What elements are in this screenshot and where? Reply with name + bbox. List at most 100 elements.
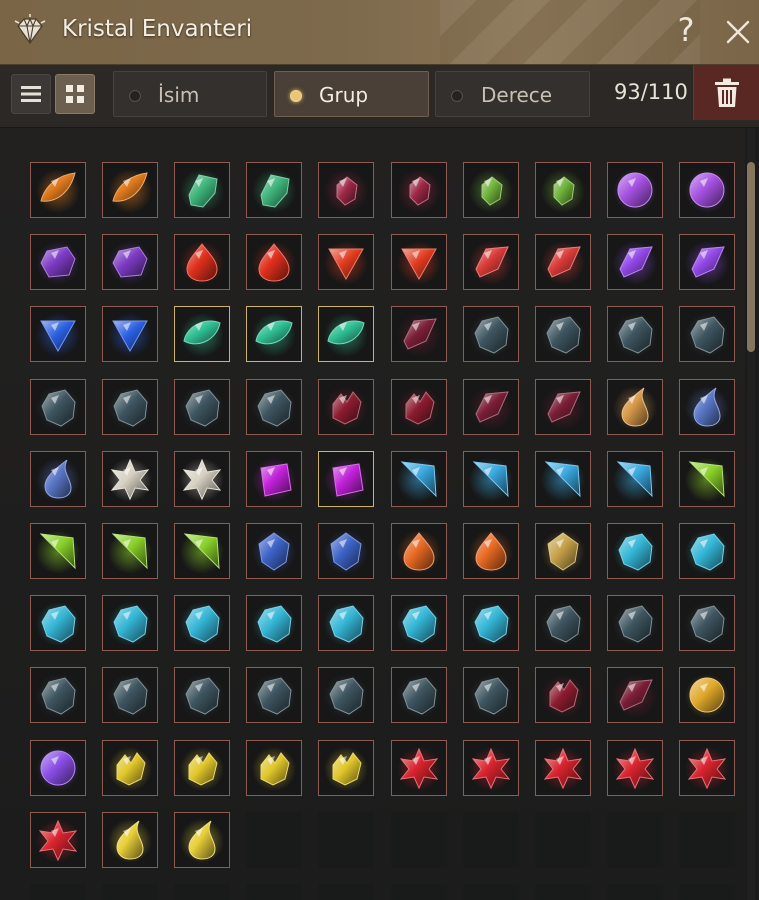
crystal-slot[interactable] xyxy=(679,523,735,579)
crystal-slot[interactable] xyxy=(102,667,158,723)
crystal-slot[interactable] xyxy=(174,595,230,651)
crystal-slot[interactable] xyxy=(30,667,86,723)
crystal-slot[interactable] xyxy=(30,234,86,290)
crystal-slot[interactable] xyxy=(679,595,735,651)
empty-slot[interactable] xyxy=(391,812,447,868)
crystal-slot[interactable] xyxy=(391,379,447,435)
crystal-slot[interactable] xyxy=(246,234,302,290)
crystal-slot[interactable] xyxy=(174,451,230,507)
crystal-slot[interactable] xyxy=(607,523,663,579)
empty-slot[interactable] xyxy=(679,884,735,900)
empty-slot[interactable] xyxy=(102,884,158,900)
crystal-slot[interactable] xyxy=(463,306,519,362)
delete-button[interactable] xyxy=(693,65,759,120)
crystal-slot[interactable] xyxy=(679,740,735,796)
crystal-slot[interactable] xyxy=(30,379,86,435)
crystal-slot[interactable] xyxy=(535,523,591,579)
empty-slot[interactable] xyxy=(607,812,663,868)
crystal-slot[interactable] xyxy=(535,740,591,796)
crystal-slot[interactable] xyxy=(246,523,302,579)
empty-slot[interactable] xyxy=(463,884,519,900)
crystal-slot[interactable] xyxy=(679,162,735,218)
crystal-slot[interactable] xyxy=(30,451,86,507)
crystal-slot[interactable] xyxy=(463,234,519,290)
crystal-slot[interactable] xyxy=(102,451,158,507)
crystal-slot[interactable] xyxy=(463,451,519,507)
tab-grup[interactable]: Grup xyxy=(274,71,429,117)
crystal-slot[interactable] xyxy=(607,306,663,362)
crystal-slot[interactable] xyxy=(391,740,447,796)
crystal-slot[interactable] xyxy=(102,306,158,362)
crystal-slot[interactable] xyxy=(246,162,302,218)
crystal-slot[interactable] xyxy=(607,451,663,507)
crystal-slot[interactable] xyxy=(102,812,158,868)
empty-slot[interactable] xyxy=(30,884,86,900)
crystal-slot[interactable] xyxy=(607,162,663,218)
crystal-slot[interactable] xyxy=(174,523,230,579)
crystal-slot[interactable] xyxy=(463,379,519,435)
empty-slot[interactable] xyxy=(318,812,374,868)
empty-slot[interactable] xyxy=(463,812,519,868)
crystal-slot[interactable] xyxy=(246,667,302,723)
empty-slot[interactable] xyxy=(607,884,663,900)
crystal-slot[interactable] xyxy=(535,451,591,507)
empty-slot[interactable] xyxy=(535,884,591,900)
crystal-slot[interactable] xyxy=(246,451,302,507)
crystal-slot[interactable] xyxy=(318,451,374,507)
crystal-slot[interactable] xyxy=(30,306,86,362)
crystal-slot[interactable] xyxy=(535,162,591,218)
crystal-slot[interactable] xyxy=(535,595,591,651)
tab-isim[interactable]: İsim xyxy=(113,71,267,117)
crystal-slot[interactable] xyxy=(30,595,86,651)
crystal-slot[interactable] xyxy=(102,740,158,796)
crystal-slot[interactable] xyxy=(391,306,447,362)
tab-derece[interactable]: Derece xyxy=(435,71,590,117)
crystal-slot[interactable] xyxy=(318,595,374,651)
crystal-slot[interactable] xyxy=(102,595,158,651)
crystal-slot[interactable] xyxy=(102,523,158,579)
empty-slot[interactable] xyxy=(679,812,735,868)
crystal-slot[interactable] xyxy=(391,234,447,290)
close-icon[interactable] xyxy=(723,17,753,47)
crystal-slot[interactable] xyxy=(607,667,663,723)
crystal-slot[interactable] xyxy=(318,379,374,435)
crystal-slot[interactable] xyxy=(318,740,374,796)
crystal-slot[interactable] xyxy=(463,523,519,579)
crystal-slot[interactable] xyxy=(679,234,735,290)
crystal-slot[interactable] xyxy=(607,595,663,651)
crystal-slot[interactable] xyxy=(246,595,302,651)
crystal-slot[interactable] xyxy=(391,667,447,723)
scrollbar-thumb[interactable] xyxy=(747,162,755,352)
crystal-slot[interactable] xyxy=(679,306,735,362)
empty-slot[interactable] xyxy=(535,812,591,868)
empty-slot[interactable] xyxy=(246,884,302,900)
crystal-slot[interactable] xyxy=(102,379,158,435)
crystal-slot[interactable] xyxy=(607,379,663,435)
crystal-slot[interactable] xyxy=(535,667,591,723)
empty-slot[interactable] xyxy=(246,812,302,868)
crystal-slot[interactable] xyxy=(535,379,591,435)
crystal-slot[interactable] xyxy=(174,162,230,218)
crystal-slot[interactable] xyxy=(391,523,447,579)
crystal-slot[interactable] xyxy=(463,740,519,796)
crystal-slot[interactable] xyxy=(30,162,86,218)
crystal-slot[interactable] xyxy=(391,162,447,218)
crystal-slot[interactable] xyxy=(174,740,230,796)
list-view-button[interactable] xyxy=(11,74,51,114)
crystal-slot[interactable] xyxy=(102,234,158,290)
crystal-slot[interactable] xyxy=(607,740,663,796)
crystal-slot[interactable] xyxy=(246,740,302,796)
crystal-slot[interactable] xyxy=(318,667,374,723)
crystal-slot[interactable] xyxy=(318,523,374,579)
crystal-slot[interactable] xyxy=(174,667,230,723)
crystal-slot[interactable] xyxy=(463,595,519,651)
empty-slot[interactable] xyxy=(318,884,374,900)
crystal-slot[interactable] xyxy=(535,234,591,290)
help-button[interactable]: ? xyxy=(673,12,699,48)
crystal-slot[interactable] xyxy=(679,667,735,723)
crystal-slot[interactable] xyxy=(607,234,663,290)
crystal-slot[interactable] xyxy=(30,812,86,868)
crystal-slot[interactable] xyxy=(318,234,374,290)
grid-view-button[interactable] xyxy=(55,74,95,114)
crystal-slot[interactable] xyxy=(174,812,230,868)
